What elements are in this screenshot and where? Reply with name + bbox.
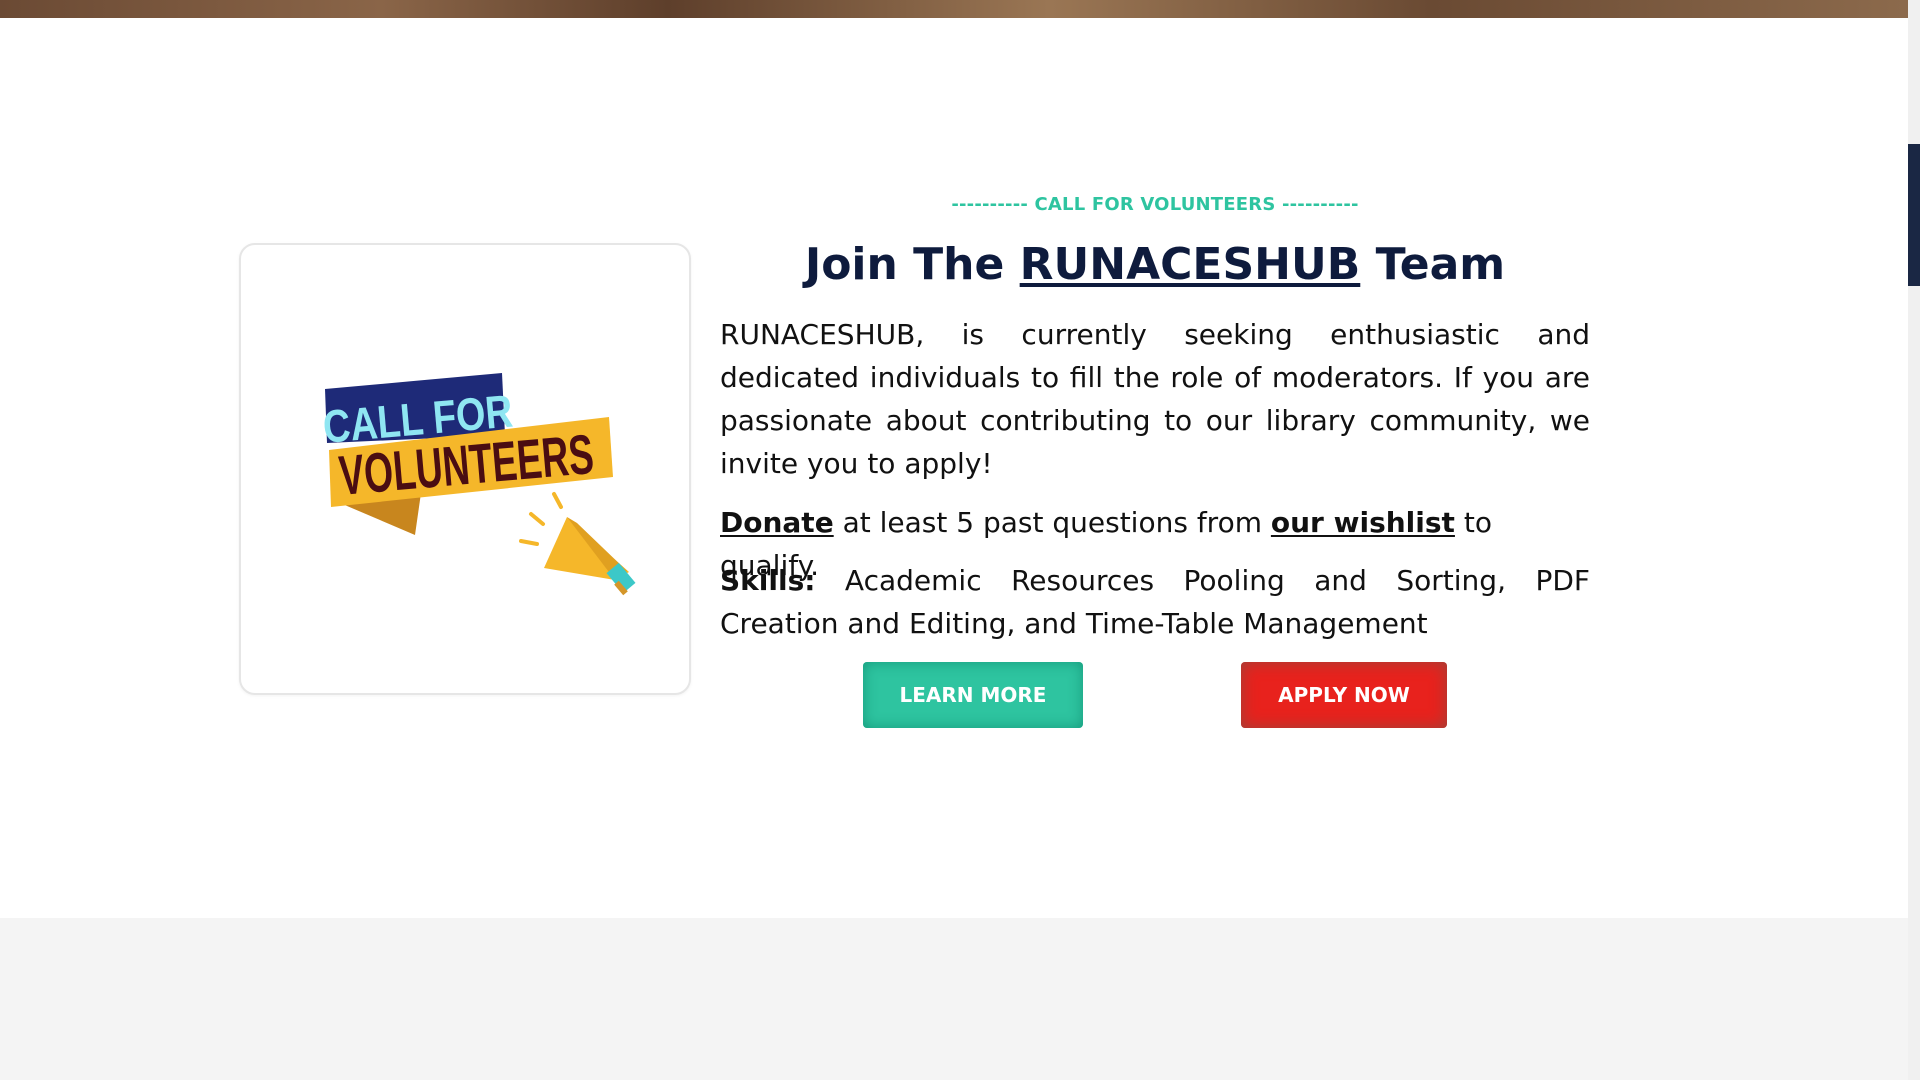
section-heading: Join The RUNACESHUB Team <box>720 235 1590 295</box>
heading-prefix: Join The <box>804 239 1020 290</box>
wishlist-link[interactable]: our wishlist <box>1271 506 1455 539</box>
footer-band <box>0 918 1908 1080</box>
scrollbar-thumb[interactable] <box>1908 144 1920 286</box>
skills-paragraph: Skills: Academic Resources Pooling and S… <box>720 559 1590 645</box>
donate-middle-text: at least 5 past questions from <box>833 506 1271 539</box>
megaphone-icon <box>519 492 636 596</box>
skills-text: Academic Resources Pooling and Sorting, … <box>720 564 1590 640</box>
learn-more-button[interactable]: LEARN MORE <box>863 662 1083 728</box>
volunteer-image-card: CALL FOR VOLUNTEERS <box>239 243 691 695</box>
apply-now-button[interactable]: APPLY NOW <box>1241 662 1447 728</box>
page: CALL FOR VOLUNTEERS ---------- CALL FOR … <box>0 0 1920 1080</box>
skills-label: Skills: <box>720 564 816 597</box>
scrollbar-track[interactable] <box>1908 0 1920 1080</box>
call-for-volunteers-illustration: CALL FOR VOLUNTEERS <box>321 373 636 596</box>
section-eyebrow: ---------- CALL FOR VOLUNTEERS ---------… <box>951 194 1359 215</box>
intro-paragraph: RUNACESHUB, is currently seeking enthusi… <box>720 318 1590 480</box>
heading-suffix: Team <box>1360 239 1506 290</box>
hero-image-strip <box>0 0 1908 18</box>
brand-link[interactable]: RUNACESHUB <box>1020 239 1361 290</box>
donate-link[interactable]: Donate <box>720 506 834 539</box>
